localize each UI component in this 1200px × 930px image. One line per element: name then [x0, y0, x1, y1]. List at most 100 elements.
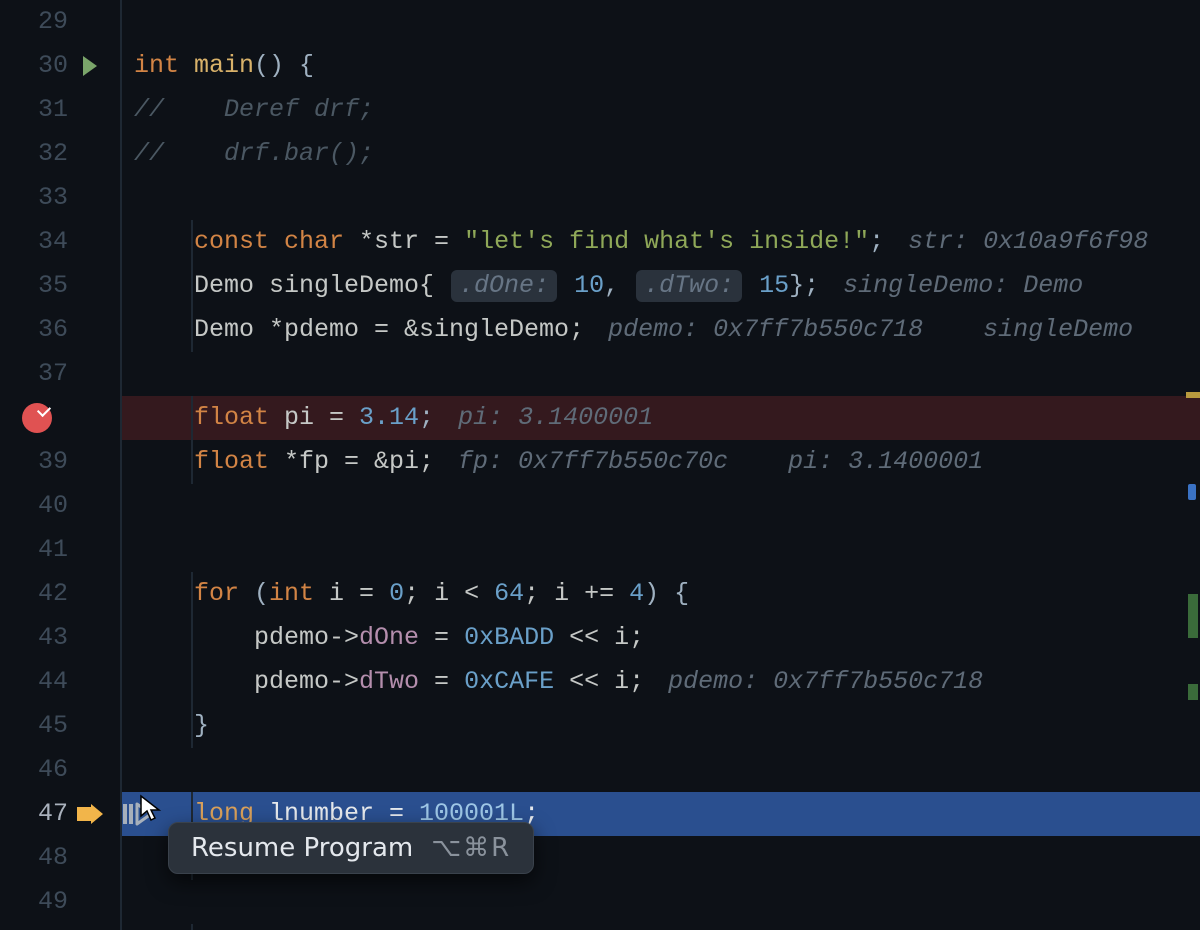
code-number: 10: [574, 264, 604, 308]
gutter-row[interactable]: 45: [0, 704, 120, 748]
code-token: ;: [419, 396, 434, 440]
code-number: 64: [494, 572, 524, 616]
error-stripe-ok[interactable]: [1188, 684, 1198, 700]
gutter-row[interactable]: 37: [0, 352, 120, 396]
line-number: 40: [24, 484, 68, 528]
line-number: 39: [24, 440, 68, 484]
inline-hint: str: 0x10a9f6f98: [908, 220, 1148, 264]
code-line[interactable]: [122, 176, 1200, 220]
code-token: for: [194, 572, 254, 616]
run-gutter-icon[interactable]: [68, 56, 112, 76]
error-stripe-ok[interactable]: [1188, 594, 1198, 638]
gutter-row[interactable]: 29: [0, 0, 120, 44]
gutter-row[interactable]: 33: [0, 176, 120, 220]
code-token: (: [254, 572, 269, 616]
gutter-row[interactable]: [0, 396, 120, 440]
code-token: float: [194, 440, 284, 484]
code-number: 3.14: [359, 396, 419, 440]
gutter-row[interactable]: 44: [0, 660, 120, 704]
code-token: << i;: [554, 616, 644, 660]
run-to-cursor-icon[interactable]: [121, 792, 155, 836]
code-editor: 29 30 31 32 33 34: [0, 0, 1200, 930]
gutter-row[interactable]: 36: [0, 308, 120, 352]
code-token: char: [284, 220, 359, 264]
code-line[interactable]: }: [122, 704, 1200, 748]
line-number: 37: [24, 352, 68, 396]
code-line[interactable]: [122, 0, 1200, 44]
code-comment: // drf.bar();: [134, 132, 374, 176]
gutter-row[interactable]: 50: [0, 924, 120, 930]
gutter-row[interactable]: 31: [0, 88, 120, 132]
code-token: ) {: [644, 572, 689, 616]
code-token: ; i <: [404, 572, 494, 616]
code-number: 0xBADD: [464, 616, 554, 660]
line-number: 46: [24, 748, 68, 792]
gutter-row[interactable]: 41: [0, 528, 120, 572]
code-token: int: [134, 44, 194, 88]
gutter-row[interactable]: 42: [0, 572, 120, 616]
code-line[interactable]: float *fp = &pi; fp: 0x7ff7b550c70c pi: …: [122, 440, 1200, 484]
gutter-row[interactable]: 32: [0, 132, 120, 176]
code-line[interactable]: return 0;: [122, 924, 1200, 930]
param-hint: .dTwo:: [636, 270, 742, 302]
line-number: 47: [24, 792, 68, 836]
line-number: 45: [24, 704, 68, 748]
code-number: 0: [389, 572, 404, 616]
code-line[interactable]: const char *str = "let's find what's ins…: [122, 220, 1200, 264]
code-token: ,: [604, 264, 634, 308]
code-token: pdemo->: [254, 616, 359, 660]
code-line[interactable]: Demo singleDemo{ .dOne: 10, .dTwo: 15}; …: [122, 264, 1200, 308]
line-number: 32: [24, 132, 68, 176]
code-line[interactable]: [122, 528, 1200, 572]
code-comment: // Deref drf;: [134, 88, 374, 132]
code-string: "let's find what's inside!": [464, 220, 869, 264]
gutter-row[interactable]: 34: [0, 220, 120, 264]
gutter[interactable]: 29 30 31 32 33 34: [0, 0, 120, 930]
line-number: 44: [24, 660, 68, 704]
code-token: ;: [869, 220, 884, 264]
code-line[interactable]: // Deref drf;: [122, 88, 1200, 132]
gutter-row[interactable]: 47: [0, 792, 120, 836]
code-line[interactable]: [122, 484, 1200, 528]
inline-hint: pdemo: 0x7ff7b550c718: [668, 660, 983, 704]
code-number: 4: [629, 572, 644, 616]
breakpoint-icon[interactable]: [22, 403, 52, 433]
code-number: 0: [299, 924, 314, 930]
gutter-row[interactable]: 43: [0, 616, 120, 660]
inline-hint: pi: 3.1400001: [458, 396, 653, 440]
code-token: =: [419, 660, 464, 704]
code-area[interactable]: int main() { // Deref drf; // drf.bar();…: [120, 0, 1200, 930]
gutter-row[interactable]: 35: [0, 264, 120, 308]
error-stripe-caret[interactable]: [1188, 484, 1196, 500]
code-token: =: [419, 616, 464, 660]
tooltip-shortcut: ⌥⌘R: [431, 835, 511, 861]
code-token: const: [194, 220, 284, 264]
code-token: ; i +=: [524, 572, 629, 616]
gutter-row[interactable]: 39: [0, 440, 120, 484]
inline-hint: pi: 3.1400001: [788, 440, 983, 484]
error-stripe-warning[interactable]: [1186, 392, 1200, 398]
code-line[interactable]: [122, 748, 1200, 792]
line-number: 34: [24, 220, 68, 264]
code-line[interactable]: [122, 880, 1200, 924]
line-number: 31: [24, 88, 68, 132]
inline-hint: fp: 0x7ff7b550c70c: [458, 440, 728, 484]
gutter-row[interactable]: 49: [0, 880, 120, 924]
code-line[interactable]: [122, 352, 1200, 396]
code-line[interactable]: Demo *pdemo = &singleDemo; pdemo: 0x7ff7…: [122, 308, 1200, 352]
code-token: () {: [254, 44, 314, 88]
code-token: float: [194, 396, 284, 440]
gutter-row[interactable]: 40: [0, 484, 120, 528]
code-line[interactable]: int main() {: [122, 44, 1200, 88]
code-line[interactable]: pdemo->dTwo = 0xCAFE << i; pdemo: 0x7ff7…: [122, 660, 1200, 704]
gutter-row[interactable]: 30: [0, 44, 120, 88]
gutter-row[interactable]: 46: [0, 748, 120, 792]
code-line-breakpoint[interactable]: float pi = 3.14; pi: 3.1400001: [122, 396, 1200, 440]
gutter-row[interactable]: 48: [0, 836, 120, 880]
line-number: 29: [24, 0, 68, 44]
code-line[interactable]: pdemo->dOne = 0xBADD << i;: [122, 616, 1200, 660]
code-line[interactable]: for (int i = 0; i < 64; i += 4) {: [122, 572, 1200, 616]
code-token: Demo: [194, 264, 269, 308]
code-line[interactable]: // drf.bar();: [122, 132, 1200, 176]
param-hint: .dOne:: [451, 270, 557, 302]
